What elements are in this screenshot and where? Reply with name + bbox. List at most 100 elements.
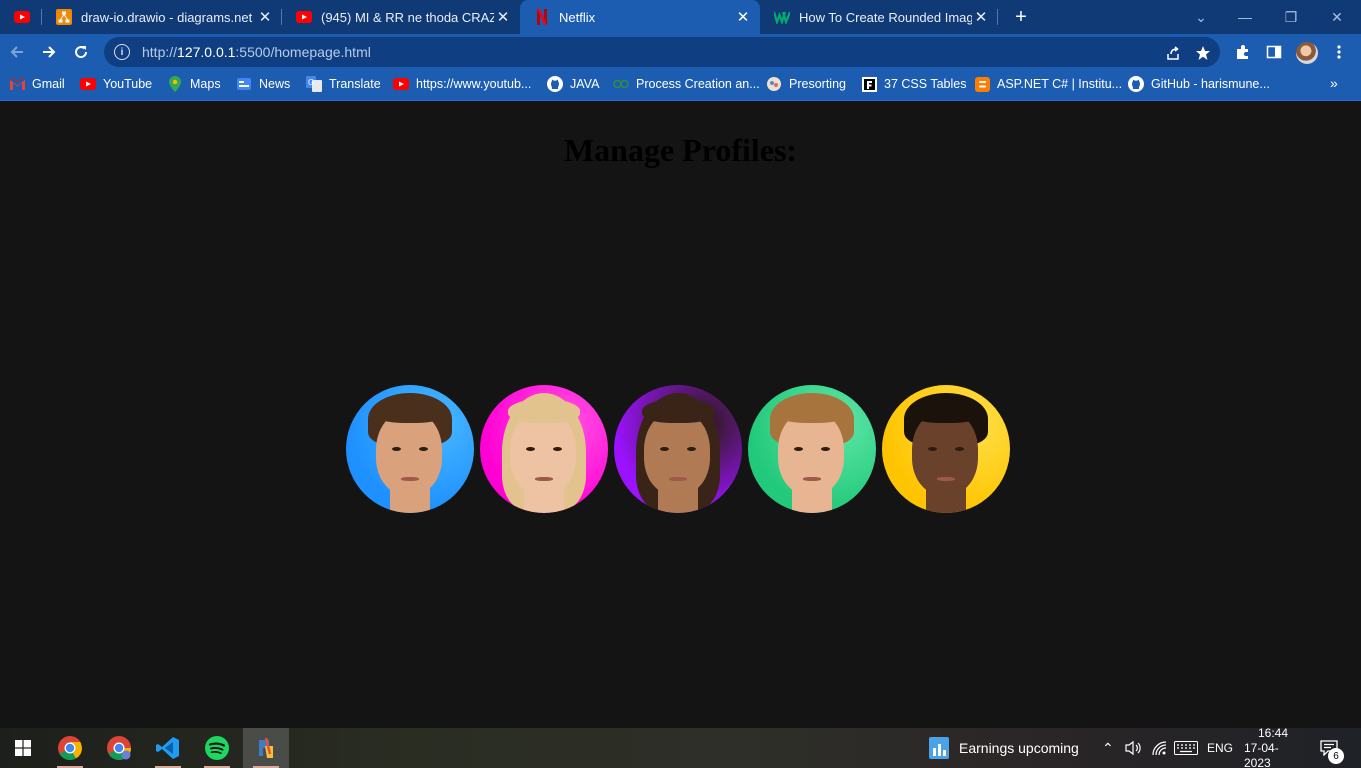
volume-icon[interactable] [1125,728,1143,768]
eye [928,447,937,451]
spotify-icon [205,736,229,760]
browser-toolbar: i http://127.0.0.1:5500/homepage.html [0,34,1361,70]
geeksforgeeks-icon [613,76,629,92]
forward-button[interactable] [37,40,61,64]
bookmark-process-creation[interactable]: Process Creation an... [613,70,760,98]
close-tab-icon[interactable]: ✕ [972,8,990,26]
news-widget[interactable]: Earnings upcoming [928,728,1079,768]
bookmark-gmail[interactable]: Gmail [9,70,65,98]
more-menu-icon[interactable] [1330,43,1348,61]
bookmark-translate[interactable]: G Translate [306,70,381,98]
side-panel-icon[interactable] [1265,43,1283,61]
restore-button[interactable]: ❐ [1268,0,1314,34]
hair-fringe [642,399,714,423]
reload-button[interactable] [69,40,93,64]
tab-title: How To Create Rounded Images [799,9,972,25]
bookmark-youtube[interactable]: YouTube [80,70,152,98]
github-icon [547,76,563,92]
bookmark-news[interactable]: News [236,70,290,98]
taskbar-spotify[interactable] [194,728,240,768]
notification-count-badge: 6 [1328,748,1344,764]
tab-youtube-video[interactable]: (945) MI & RR ne thoda CRAZY K ✕ [282,0,520,34]
tab-drawio[interactable]: draw-io.drawio - diagrams.net ✕ [42,0,282,34]
mouth [535,477,553,481]
stocks-chart-icon [929,737,949,759]
page-title: Manage Profiles: [563,132,798,168]
profile-avatar[interactable] [1296,42,1318,64]
bookmark-java[interactable]: JAVA [547,70,599,98]
share-icon[interactable] [1164,44,1182,62]
minimize-button[interactable]: — [1222,0,1268,34]
tab-netflix[interactable]: Netflix ✕ [520,0,760,34]
bookmark-presorting[interactable]: Presorting [766,70,846,98]
bookmarks-bar: Gmail YouTube Maps News G Translate http… [0,70,1361,101]
profile-avatar-3[interactable] [614,385,742,513]
clock-time: 16:44 [1257,725,1289,740]
taskbar-chrome-profile[interactable] [96,728,142,768]
close-window-button[interactable]: ✕ [1314,0,1360,34]
profile-avatar-5[interactable] [882,385,1010,513]
eye [794,447,803,451]
gmail-icon [9,76,25,92]
hair-fringe [508,399,580,423]
youtube-icon [296,9,312,25]
eye [955,447,964,451]
face [510,411,576,495]
keyboard-icon[interactable] [1174,728,1198,768]
close-tab-icon[interactable]: ✕ [256,8,274,26]
tab-title: (945) MI & RR ne thoda CRAZY K [321,9,494,25]
translate-icon: G [306,76,322,92]
bookmark-aspnet[interactable]: ASP.NET C# | Institu... [974,70,1122,98]
profile-avatar-4[interactable] [748,385,876,513]
close-tab-icon[interactable]: ✕ [494,8,512,26]
drawio-icon [56,9,72,25]
close-tab-icon[interactable]: ✕ [734,8,752,26]
tab-title: Netflix [559,9,596,25]
new-tab-button[interactable]: + [1010,6,1032,28]
windows-taskbar: Earnings upcoming ⌃ ENG 16:44 17-04-2023… [0,725,1361,768]
site-info-icon[interactable]: i [114,44,130,60]
url-text: http://127.0.0.1:5500/homepage.html [142,44,371,60]
notification-center[interactable]: 6 [1320,728,1344,768]
profile-avatar-2[interactable] [480,385,608,513]
tab-w3schools[interactable]: How To Create Rounded Images ✕ [760,0,998,34]
tab-youtube-pinned[interactable] [0,0,42,34]
svg-text:G: G [308,78,314,87]
wifi-icon[interactable] [1151,728,1167,768]
language-indicator[interactable]: ENG [1207,728,1233,768]
youtube-icon [14,9,30,25]
blogger-icon [974,76,990,92]
presorting-icon [766,76,782,92]
show-hidden-icons-chevron-icon[interactable]: ⌃ [1102,728,1114,768]
eye [419,447,428,451]
eye [660,447,669,451]
bookmarks-overflow-chevron-icon[interactable]: » [1330,75,1338,91]
eye [687,447,696,451]
face [644,411,710,495]
extensions-puzzle-icon[interactable] [1234,43,1252,61]
clock[interactable]: 16:44 17-04-2023 [1244,725,1302,768]
vscode-icon [156,737,179,759]
windows-icon [15,740,31,756]
taskbar-python-idle[interactable] [243,728,289,768]
profile-avatar-1[interactable] [346,385,474,513]
mouth [803,477,821,481]
taskbar-vscode[interactable] [145,728,191,768]
hair-fringe [776,399,848,423]
eye [821,447,830,451]
start-button[interactable] [0,728,46,768]
bookmark-star-icon[interactable] [1194,44,1212,62]
mouth [401,477,419,481]
bookmark-maps[interactable]: Maps [167,70,221,98]
bookmark-css-tables[interactable]: 37 CSS Tables [861,70,966,98]
bookmark-github-harismune[interactable]: GitHub - harismune... [1128,70,1270,98]
taskbar-chrome[interactable] [47,728,93,768]
tab-search-chevron-icon[interactable]: ⌄ [1178,0,1224,34]
face [376,411,442,495]
mouth [669,477,687,481]
bookmark-youtube-link[interactable]: https://www.youtub... [393,70,531,98]
github-icon [1128,76,1144,92]
back-button[interactable] [5,40,29,64]
mouth [937,477,955,481]
address-bar[interactable]: i http://127.0.0.1:5500/homepage.html [104,37,1220,67]
